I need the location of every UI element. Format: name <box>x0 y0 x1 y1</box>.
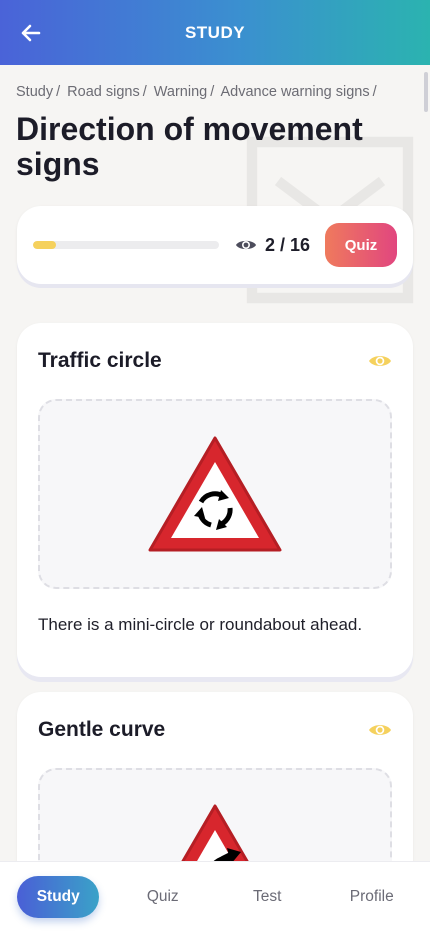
nav-item-profile[interactable]: Profile <box>331 876 413 918</box>
sign-card-title: Gentle curve <box>38 718 166 741</box>
breadcrumb-item-road-signs[interactable]: Road signs <box>67 84 140 100</box>
nav-item-study[interactable]: Study <box>17 876 100 918</box>
sign-card-description: There is a mini-circle or roundabout ahe… <box>38 615 363 634</box>
top-app-bar: STUDY <box>0 0 430 65</box>
sign-card-title: Traffic circle <box>38 349 162 372</box>
eye-icon <box>368 352 392 370</box>
nav-item-test[interactable]: Test <box>226 876 308 918</box>
quiz-button[interactable]: Quiz <box>325 223 397 267</box>
header-title: STUDY <box>184 22 246 42</box>
breadcrumb: Study / Road signs / Warning / Advance warn… <box>16 84 377 100</box>
page-title: Direction of movement signs <box>16 111 363 182</box>
progress-bar <box>33 241 219 249</box>
sign-card-traffic-circle[interactable]: Traffic circle There is a mini-circle or… <box>17 323 413 677</box>
arrow-left-icon <box>21 24 41 42</box>
progress-count: 2 / 16 <box>265 234 311 255</box>
progress-card: 2 / 16 Quiz <box>17 206 413 284</box>
roundabout-warning-sign-icon <box>148 436 282 552</box>
bottom-navigation: Study Quiz Test Profile <box>0 861 430 932</box>
breadcrumb-item-study[interactable]: Study <box>16 84 53 100</box>
eye-icon <box>235 237 257 253</box>
eye-icon <box>368 721 392 739</box>
breadcrumb-item-advance-warning-signs[interactable]: Advance warning signs <box>221 84 370 100</box>
back-button[interactable] <box>18 20 44 46</box>
nav-item-quiz[interactable]: Quiz <box>122 876 204 918</box>
sign-image-frame <box>38 399 392 589</box>
breadcrumb-item-warning[interactable]: Warning <box>154 84 207 100</box>
progress-bar-fill <box>33 241 57 249</box>
scrollbar-thumb[interactable] <box>424 72 428 112</box>
